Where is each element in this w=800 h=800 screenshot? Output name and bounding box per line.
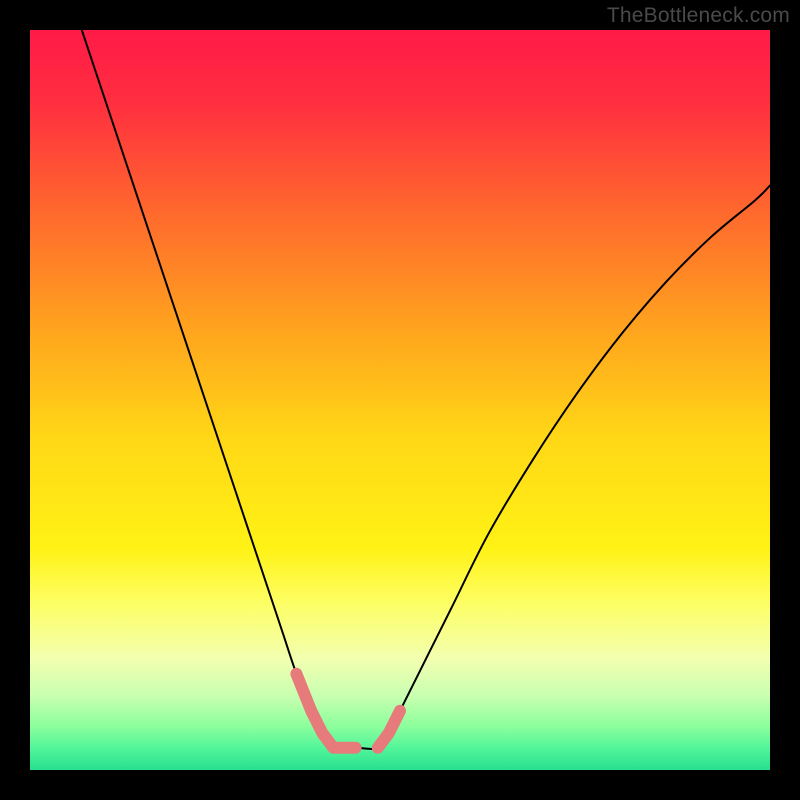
chart-background [30, 30, 770, 770]
chart-stage: TheBottleneck.com [0, 0, 800, 800]
watermark-text: TheBottleneck.com [607, 4, 790, 28]
chart-svg [30, 30, 770, 770]
